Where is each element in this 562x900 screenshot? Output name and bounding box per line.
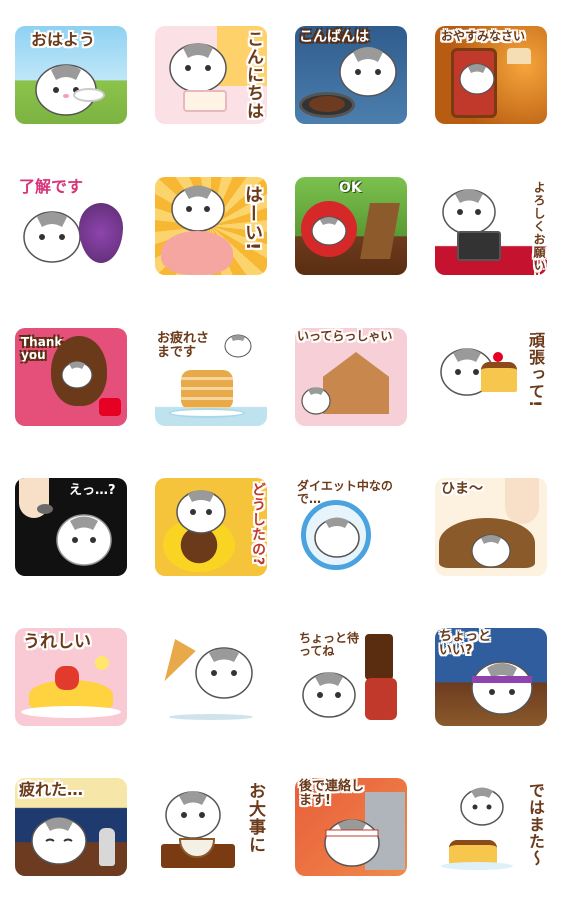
hamster-icon <box>314 517 360 558</box>
sticker-tsukareta[interactable]: 疲れた… <box>15 778 127 876</box>
sticker-ryoukai[interactable]: 了解です <box>15 177 127 275</box>
sticker-caption: お疲れさまです <box>157 331 210 360</box>
hamster-icon <box>23 211 81 263</box>
sticker-caption: 疲れた… <box>19 780 84 799</box>
log-k-icon <box>360 203 400 259</box>
sticker-caption: ダイエット中なので… <box>297 479 393 506</box>
hamster-icon <box>460 787 504 826</box>
sticker-caption: こんにちは <box>243 30 263 120</box>
steak-icon <box>309 96 345 112</box>
hamster-icon <box>35 64 97 116</box>
hamster-icon <box>195 647 253 699</box>
sticker-oyasuminasai[interactable]: おやすみなさい <box>435 26 547 124</box>
sticker-doushitano[interactable]: どうしたの? <box>155 478 267 576</box>
sticker-otsukaresama[interactable]: お疲れさまです <box>155 328 267 426</box>
sticker-caption: おはよう <box>31 30 96 49</box>
sticker-yoroshiku[interactable]: よろしくお願いします <box>435 177 547 275</box>
hamster-icon <box>224 334 252 358</box>
hamster-icon <box>471 534 511 568</box>
hamster-icon <box>61 361 93 389</box>
smile-icon <box>95 656 109 670</box>
hamster-icon <box>56 514 112 566</box>
pudding-icon <box>449 840 497 864</box>
sticker-caption: いってらっしゃい <box>297 329 393 343</box>
gift-box-icon <box>457 231 501 261</box>
sticker-haai[interactable]: はーい! <box>155 177 267 275</box>
plate-icon <box>169 408 245 418</box>
sticker-caption: ではまた～ <box>526 782 545 867</box>
hamster-icon <box>471 661 533 715</box>
sticker-caption: 頑張って! <box>526 332 545 409</box>
sticker-grid: おはよう こんにちは こんばんは おやすみなさい 了解です はーい! OK よろ… <box>0 0 562 900</box>
sticker-caption: OK <box>339 180 362 196</box>
heart-box-icon <box>99 398 121 416</box>
sticker-icecream[interactable] <box>155 628 267 726</box>
sticker-dewamata[interactable]: ではまた～ <box>435 778 547 876</box>
grape-icon <box>79 203 123 263</box>
plate-icon <box>73 88 105 102</box>
sticker-caption: うれしい <box>23 632 91 652</box>
sticker-chotto-mattene[interactable]: ちょっと待ってね <box>295 628 407 726</box>
sake-bottle-icon <box>99 828 115 866</box>
cone-icon <box>155 639 196 687</box>
sticker-konnichiwa[interactable]: こんにちは <box>155 26 267 124</box>
hamster-icon <box>176 490 226 534</box>
sticker-caption: お大事に <box>245 782 265 854</box>
jar-icon <box>365 678 397 720</box>
pancake-icon <box>181 370 233 410</box>
sticker-konbanwa[interactable]: こんばんは <box>295 26 407 124</box>
plate-icon <box>441 862 513 870</box>
sticker-caption: ひま～ <box>441 481 483 497</box>
hamster-icon <box>459 63 495 95</box>
hamster-icon <box>31 817 87 865</box>
hand-icon <box>505 478 539 524</box>
sticker-odaijini[interactable]: お大事に <box>155 778 267 876</box>
sticker-hima[interactable]: ひま～ <box>435 478 547 576</box>
sticker-caption: えっ…? <box>69 483 116 498</box>
hamster-icon <box>311 216 347 246</box>
peach-icon <box>161 231 233 275</box>
hamster-icon <box>301 387 331 415</box>
pudding-icon <box>481 362 517 392</box>
sticker-caption: ちょっと待ってね <box>299 631 360 658</box>
sticker-caption: よろしくお願いします <box>532 181 546 275</box>
sticker-ganbatte[interactable]: 頑張って! <box>435 328 547 426</box>
sticker-ok[interactable]: OK <box>295 177 407 275</box>
hamster-icon <box>324 819 380 867</box>
hamster-icon <box>302 672 356 718</box>
plate-icon <box>21 706 121 718</box>
sticker-ohayou[interactable]: おはよう <box>15 26 127 124</box>
hamster-icon <box>339 47 397 97</box>
chocolate-fountain-icon <box>365 634 393 680</box>
sticker-itterasshai[interactable]: いってらっしゃい <box>295 328 407 426</box>
sticker-chotto-ii[interactable]: ちょっといい? <box>435 628 547 726</box>
sticker-caption: どうしたの? <box>250 482 266 567</box>
cake-icon <box>183 90 227 112</box>
seed-icon <box>37 504 53 514</box>
sticker-diet[interactable]: ダイエット中なので… <box>295 478 407 576</box>
sticker-caption: おやすみなさい <box>441 29 526 43</box>
hamster-icon <box>442 189 496 235</box>
shadow-icon <box>169 714 253 720</box>
sticker-caption: はーい! <box>242 185 263 252</box>
sticker-atode-renraku[interactable]: 後で連絡します! <box>295 778 407 876</box>
sticker-thankyou[interactable]: Thank you <box>15 328 127 426</box>
sticker-caption: 了解です <box>19 177 84 196</box>
hamster-icon <box>165 791 221 839</box>
cherry-icon <box>493 352 503 362</box>
sticker-ureshii[interactable]: うれしい <box>15 628 127 726</box>
sticker-caption: 後で連絡します! <box>299 779 365 808</box>
sticker-e[interactable]: えっ…? <box>15 478 127 576</box>
lamp-icon <box>507 48 531 64</box>
ketchup-hamster-icon <box>55 666 79 690</box>
hamster-icon <box>169 43 227 93</box>
hamster-icon <box>171 185 225 232</box>
